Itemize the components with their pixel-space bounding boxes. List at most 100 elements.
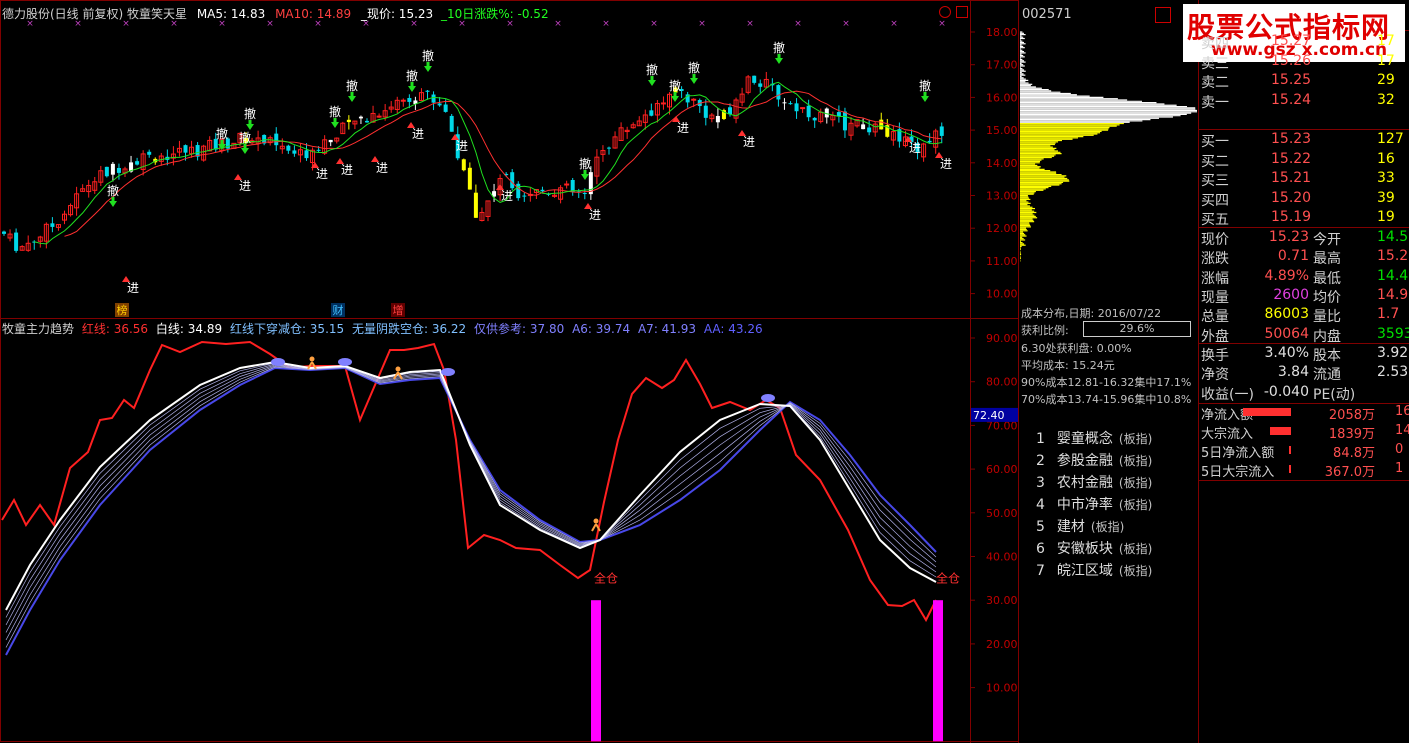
orderbook-label: 卖四 bbox=[1201, 36, 1229, 52]
fund-value-2: 3.92 bbox=[1377, 345, 1409, 361]
block-index: 5 bbox=[1036, 519, 1045, 535]
candle-body bbox=[728, 107, 732, 115]
orderbook-row[interactable]: 买一 15.23 127 bbox=[1199, 131, 1409, 150]
ind-ref: 仅供参考: 37.80 bbox=[474, 322, 565, 336]
block-tag: (板指) bbox=[1118, 498, 1153, 512]
orderbook-row[interactable]: 卖一 15.24 32 bbox=[1199, 92, 1409, 111]
orderbook-price: 15.24 bbox=[1271, 91, 1312, 108]
che-label: 撤 bbox=[346, 78, 358, 93]
candle-body bbox=[425, 90, 430, 92]
jin-label: 进 bbox=[501, 189, 513, 203]
orderbook-price: 15.21 bbox=[1271, 170, 1312, 186]
candle-body bbox=[473, 192, 478, 218]
down-arrow-icon bbox=[650, 76, 654, 81]
full-position-bar bbox=[933, 600, 943, 742]
jin-label: 进 bbox=[456, 139, 468, 153]
ind-name: 牧童主力趋势 bbox=[2, 322, 75, 336]
block-item[interactable]: 3 农村金融 (板指) bbox=[1036, 472, 1152, 492]
candle-body bbox=[346, 119, 351, 123]
block-tag: (板指) bbox=[1118, 542, 1153, 556]
quote-row: 总量 86003 量比 1.7 bbox=[1199, 306, 1409, 325]
event-tag-label: 增 bbox=[393, 303, 404, 317]
block-item[interactable]: 5 建材 (板指) bbox=[1036, 516, 1124, 536]
dist-profit-row: 获利比例: 29.6% bbox=[1021, 321, 1199, 338]
block-tag: (板指) bbox=[1118, 432, 1153, 446]
orderbook-label: 卖一 bbox=[1201, 94, 1229, 111]
quote-value: 50064 bbox=[1264, 325, 1309, 342]
circle-icon[interactable] bbox=[939, 6, 951, 18]
candle-body bbox=[927, 140, 932, 143]
orderbook-row[interactable]: 买五 15.19 19 bbox=[1199, 209, 1409, 228]
candle-body bbox=[607, 147, 611, 149]
orderbook-row[interactable]: 买四 15.20 39 bbox=[1199, 190, 1409, 209]
down-arrow-icon bbox=[692, 74, 696, 79]
dist-line-3: 90%成本12.81-16.32集中17.1% bbox=[1021, 376, 1192, 389]
orderbook-row[interactable]: 买二 15.22 16 bbox=[1199, 151, 1409, 170]
square-icon[interactable] bbox=[956, 6, 968, 18]
orderbook-row[interactable]: 卖三 15.26 17 bbox=[1199, 53, 1409, 72]
down-arrow-icon bbox=[583, 170, 587, 175]
candle-body bbox=[292, 150, 297, 154]
flow-value-2: 14 bbox=[1395, 423, 1409, 438]
quote-row: 现价 15.23 今开 14.5 bbox=[1199, 229, 1409, 248]
block-tag: (板指) bbox=[1118, 476, 1153, 490]
quote-value-2: 15.2 bbox=[1377, 248, 1409, 265]
orderbook-price: 15.26 bbox=[1271, 52, 1312, 69]
quote-value: 15.23 bbox=[1268, 229, 1309, 245]
orderbook-volume: 33 bbox=[1377, 170, 1395, 186]
fund-label-2: 股本 bbox=[1313, 348, 1341, 364]
orderbook-label: 买一 bbox=[1201, 134, 1229, 150]
band-line bbox=[5, 362, 937, 618]
runner-icon bbox=[309, 356, 315, 362]
candle-body bbox=[806, 105, 811, 118]
orderbook-label: 卖二 bbox=[1201, 75, 1229, 91]
full-position-label: 全仓 bbox=[936, 570, 960, 585]
flow-bar bbox=[1243, 408, 1291, 416]
block-item[interactable]: 7 皖江区域 (板指) bbox=[1036, 560, 1152, 580]
jin-label: 进 bbox=[940, 157, 952, 171]
cloud-icon bbox=[761, 394, 775, 402]
menu-icon[interactable] bbox=[1155, 7, 1171, 23]
block-index: 2 bbox=[1036, 453, 1045, 469]
che-label: 撤 bbox=[406, 68, 418, 83]
flow-row: 大宗流入 1839万 14 bbox=[1199, 423, 1409, 442]
candle-body bbox=[328, 139, 333, 143]
block-item[interactable]: 4 中市净率 (板指) bbox=[1036, 494, 1152, 514]
block-item[interactable]: 6 安徽板块 (板指) bbox=[1036, 538, 1152, 558]
cloud-icon bbox=[338, 358, 352, 366]
quote-value-2: 3593 bbox=[1377, 325, 1409, 342]
flow-bar bbox=[1289, 446, 1291, 454]
block-name: 婴童概念 bbox=[1056, 431, 1113, 447]
flow-bar bbox=[1289, 465, 1291, 473]
orderbook-row[interactable]: 买三 15.21 33 bbox=[1199, 170, 1409, 189]
block-index: 6 bbox=[1036, 541, 1045, 557]
quote-value-2: 14.5 bbox=[1377, 229, 1409, 245]
quote-label: 现价 bbox=[1201, 232, 1229, 248]
block-item[interactable]: 1 婴童概念 (板指) bbox=[1036, 428, 1152, 448]
chart-frame bbox=[0, 0, 1019, 742]
candle-body bbox=[365, 120, 369, 123]
top-marker: × bbox=[794, 19, 802, 29]
event-tag-label: 财 bbox=[333, 303, 344, 317]
flow-row: 净流入额 2058万 16 bbox=[1199, 404, 1409, 423]
flow-label: 5日大宗流入 bbox=[1201, 465, 1275, 480]
orderbook-volume: 32 bbox=[1377, 91, 1395, 108]
block-item[interactable]: 2 参股金融 (板指) bbox=[1036, 450, 1152, 470]
candle-body bbox=[752, 75, 757, 83]
orderbook-row[interactable]: 卖二 15.25 29 bbox=[1199, 72, 1409, 91]
ind-tick-label: 50.00 bbox=[986, 507, 1018, 520]
fund-value-2: 2.53 bbox=[1377, 364, 1409, 381]
jin-label: 进 bbox=[909, 141, 921, 155]
candle-body bbox=[358, 116, 363, 119]
orderbook-label: 卖三 bbox=[1201, 55, 1229, 72]
candle-body bbox=[110, 163, 115, 175]
quote-label-2: 今开 bbox=[1313, 232, 1341, 248]
orderbook-row[interactable]: 卖四 15.27 17 bbox=[1199, 33, 1409, 52]
dist-profit-value: 29.6% bbox=[1083, 321, 1191, 337]
candle-body bbox=[400, 99, 406, 102]
candle-body bbox=[788, 103, 793, 105]
jin-label: 进 bbox=[376, 161, 388, 175]
price-tick-label: 15.00 bbox=[986, 124, 1018, 137]
price-tick-label: 13.00 bbox=[986, 190, 1018, 203]
candle-body bbox=[582, 193, 587, 195]
